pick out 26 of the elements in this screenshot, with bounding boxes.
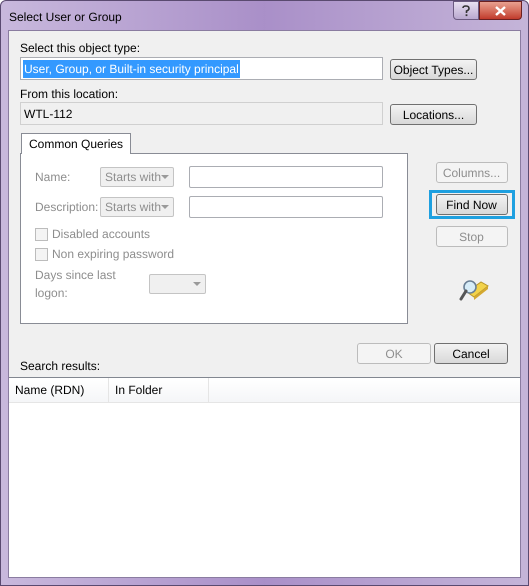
query-label: Name: — [35, 169, 72, 186]
action-button[interactable]: Find Now — [436, 194, 508, 215]
search-icon — [458, 278, 488, 302]
checkbox-label: Non expiring password — [52, 246, 174, 263]
close-icon — [495, 6, 506, 16]
object-types-button[interactable]: Object Types... — [390, 59, 477, 80]
field-value: WTL-112 — [23, 106, 74, 122]
dropdown-arrow-icon — [161, 205, 169, 209]
field-label: Select this object type: — [20, 41, 142, 55]
query-label: Days since last logon: — [35, 267, 117, 302]
field-label: From this location: — [20, 87, 120, 101]
cancel-button[interactable]: Cancel — [434, 343, 508, 364]
close-button[interactable] — [479, 1, 522, 20]
dropdown-arrow-icon — [161, 175, 169, 179]
tab[interactable]: Common Queries — [21, 133, 132, 154]
field-value: User, Group, or Built-in security principal — [23, 60, 240, 78]
search-results-label: Search results: — [20, 358, 100, 375]
dropdown-arrow-icon — [193, 282, 201, 286]
help-button[interactable] — [453, 1, 479, 20]
query-label: Description: — [35, 199, 100, 216]
window-title: Select User or Group — [9, 9, 122, 26]
column-header[interactable]: In Folder — [109, 378, 209, 402]
column-header[interactable]: Name (RDN) — [9, 378, 109, 402]
locations-button[interactable]: Locations... — [390, 104, 477, 125]
help-icon — [462, 4, 470, 16]
checkbox-label: Disabled accounts — [52, 226, 150, 243]
